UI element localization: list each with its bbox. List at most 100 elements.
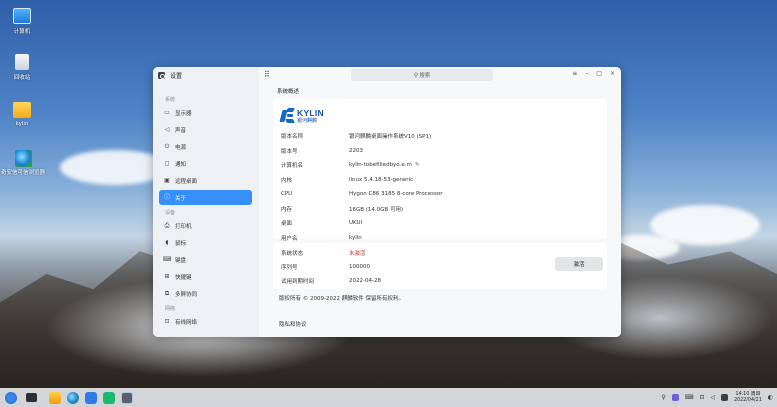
desktop-icon-browser[interactable]: 奇安信可信浏览器 xyxy=(0,150,46,177)
info-row-memory: 内存 16GB (14.0GB 可用) xyxy=(281,206,404,213)
sidebar-group-network: 网络 xyxy=(165,306,176,312)
settings-app-icon xyxy=(158,71,165,79)
desktop-icon-label: 奇安信可信浏览器 xyxy=(0,170,45,176)
sidebar-item-label: 显示器 xyxy=(175,110,192,117)
logo-brand-cn: 银河麒麟 xyxy=(297,117,318,124)
privacy-section-title: 隐私和协议 xyxy=(279,322,307,328)
mouse-icon: ◖ xyxy=(165,238,169,246)
sidebar-item-keyboard[interactable]: ⌨ 键盘 xyxy=(159,252,252,267)
settings-window: 设置 系统 ▭ 显示器 ◁ 声音 ⏻ 电源 ◻ 通知 ▣ 远程桌面 ⓘ 关于 设… xyxy=(153,67,621,337)
sidebar-item-about[interactable]: ⓘ 关于 xyxy=(159,190,252,205)
window-titlebar: ⠿ ⚲ 搜索 ≡ – □ × xyxy=(259,67,621,83)
menu-icon[interactable]: ≡ xyxy=(572,70,577,77)
remote-icon: ▣ xyxy=(164,176,170,184)
hostname-value: kylin-tobefilledbyo.e.m xyxy=(349,162,412,169)
desktop-icon-label: kylin xyxy=(15,121,29,127)
system-overview-card: KYLIN 银河麒麟 版本名称 银河麒麟桌面操作系统V10 (SP1) 版本号 … xyxy=(273,99,607,242)
desktop-icon-label: 计算机 xyxy=(13,29,31,35)
minimize-icon[interactable]: – xyxy=(585,70,588,77)
file-manager-button[interactable] xyxy=(49,391,61,404)
sidebar-item-printer[interactable]: ⎙ 打印机 xyxy=(159,218,252,233)
activate-button[interactable]: 激活 xyxy=(555,257,603,271)
browser-taskbar-button[interactable] xyxy=(67,391,79,404)
sidebar-item-label: 多屏协同 xyxy=(175,291,198,298)
sidebar-item-mouse[interactable]: ◖ 鼠标 xyxy=(159,235,252,250)
multiscreen-icon: ⧉ xyxy=(164,289,170,297)
about-content: 系统概述 KYLIN 银河麒麟 版本名称 银河麒麟桌面操作系统V10 (SP1)… xyxy=(273,83,607,337)
chat-taskbar-button[interactable] xyxy=(103,391,115,404)
trash-icon xyxy=(15,54,29,70)
ethernet-icon: ⊡ xyxy=(164,317,170,325)
apps-grid-icon[interactable]: ⠿ xyxy=(264,71,272,79)
sidebar-item-label: 打印机 xyxy=(175,223,192,230)
sidebar-item-display[interactable]: ▭ 显示器 xyxy=(159,105,252,120)
edit-icon[interactable]: ✎ xyxy=(415,162,420,168)
info-row-hostname: 计算机名 kylin-tobefilledbyo.e.m ✎ xyxy=(281,162,420,170)
info-row-cpu: CPU Hygon C86 3185 8-core Processor xyxy=(281,191,443,198)
sidebar-item-label: 声音 xyxy=(175,127,187,134)
sidebar-item-sound[interactable]: ◁ 声音 xyxy=(159,122,252,137)
power-icon: ⏻ xyxy=(164,142,170,150)
logo-brand: KYLIN xyxy=(297,107,324,118)
sidebar-item-remote-desktop[interactable]: ▣ 远程桌面 xyxy=(159,173,252,188)
tray-status-icon[interactable] xyxy=(721,394,729,401)
info-row-desktop: 桌面 UKUI xyxy=(281,220,363,228)
sidebar-item-label: 键盘 xyxy=(175,257,187,264)
desktop-icon-label: 回收站 xyxy=(13,75,31,81)
info-row-version-number: 版本号 2203 xyxy=(281,147,363,155)
sidebar-item-label: 通知 xyxy=(175,161,187,168)
sidebar-item-label: 快捷键 xyxy=(175,274,192,281)
kylin-logo-icon xyxy=(279,108,295,124)
sidebar-item-label: 关于 xyxy=(175,195,187,202)
copyright-text: 版权所有 © 2009-2022 麒麟软件 保留所有权利。 xyxy=(279,296,404,302)
network-icon[interactable]: ⊡ xyxy=(699,394,704,401)
search-placeholder: 搜索 xyxy=(419,73,431,79)
volume-icon[interactable]: ◁ xyxy=(710,394,715,401)
folder-icon xyxy=(13,102,31,118)
keyboard-icon: ⌨ xyxy=(162,255,172,263)
section-title: 系统概述 xyxy=(277,89,300,95)
desktop-icon-computer[interactable]: 计算机 xyxy=(0,8,44,35)
status-badge: 未激活 xyxy=(349,251,366,257)
system-tray: ⚲ ⌨ ⊡ ◁ 14:10 周四 2022/04/21 ◐ xyxy=(661,388,773,407)
sidebar-item-label: 鼠标 xyxy=(175,240,187,247)
search-icon: ⚲ xyxy=(413,71,419,79)
taskbar: ⚲ ⌨ ⊡ ◁ 14:10 周四 2022/04/21 ◐ xyxy=(0,388,777,407)
window-controls: ≡ – □ × xyxy=(572,70,615,77)
sidebar-item-notifications[interactable]: ◻ 通知 xyxy=(159,156,252,171)
search-icon[interactable]: ⚲ xyxy=(661,394,665,401)
multitask-view-button[interactable] xyxy=(26,393,37,402)
window-header-left: 设置 xyxy=(153,67,259,83)
sidebar-item-wired-network[interactable]: ⊡ 有线网络 xyxy=(159,314,252,329)
settings-taskbar-button[interactable] xyxy=(121,391,133,404)
sidebar-item-label: 有线网络 xyxy=(175,319,198,326)
wps-taskbar-button[interactable] xyxy=(85,391,97,404)
browser-icon xyxy=(14,150,32,167)
sidebar-item-label: 电源 xyxy=(175,144,187,151)
monitor-icon: ▭ xyxy=(164,108,170,116)
clock[interactable]: 14:10 周四 2022/04/21 xyxy=(734,392,762,403)
activation-card: 系统状态 未激活 序列号 100000 试用到期时间 2022-04-28 激活 xyxy=(273,243,607,289)
clock-date: 2022/04/21 xyxy=(734,397,762,403)
notification-center-icon[interactable]: ◐ xyxy=(768,394,773,401)
tray-app-icon[interactable] xyxy=(671,394,679,401)
sidebar-item-label: 远程桌面 xyxy=(175,178,198,185)
app-title: 设置 xyxy=(170,72,183,80)
desktop-icon-trash[interactable]: 回收站 xyxy=(0,54,44,81)
info-row-version-name: 版本名称 银河麒麟桌面操作系统V10 (SP1) xyxy=(281,134,432,141)
input-method-icon[interactable]: ⌨ xyxy=(685,394,694,401)
maximize-icon[interactable]: □ xyxy=(596,70,602,77)
desktop-icon-home-folder[interactable]: kylin xyxy=(0,102,44,127)
settings-sidebar: 设置 系统 ▭ 显示器 ◁ 声音 ⏻ 电源 ◻ 通知 ▣ 远程桌面 ⓘ 关于 设… xyxy=(153,67,259,337)
start-menu-button[interactable] xyxy=(5,391,17,404)
sidebar-item-power[interactable]: ⏻ 电源 xyxy=(159,139,252,154)
clock-time: 14:10 周四 xyxy=(735,392,761,397)
close-icon[interactable]: × xyxy=(610,70,615,77)
sidebar-item-multiscreen[interactable]: ⧉ 多屏协同 xyxy=(159,286,252,301)
sidebar-group-devices: 设备 xyxy=(165,210,176,216)
sidebar-item-shortcuts[interactable]: ⊞ 快捷键 xyxy=(159,269,252,284)
computer-icon xyxy=(13,8,31,24)
bell-icon: ◻ xyxy=(164,159,170,167)
sidebar-group-system: 系统 xyxy=(165,97,176,103)
search-input[interactable]: ⚲ 搜索 xyxy=(351,69,493,81)
